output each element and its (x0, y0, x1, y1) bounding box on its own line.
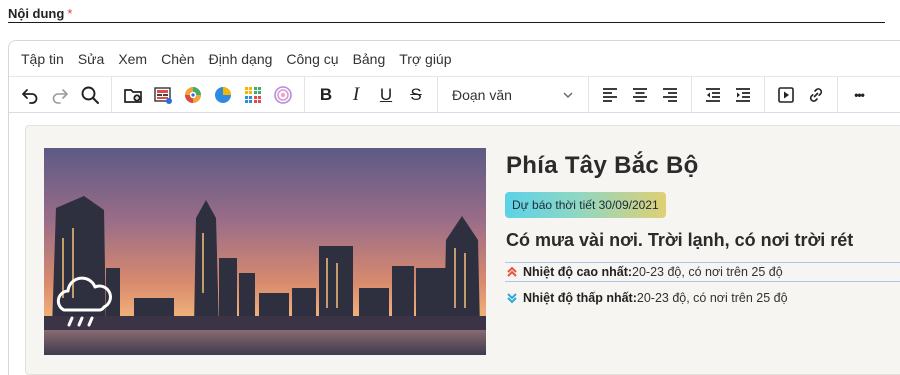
more-group: ••• (844, 77, 880, 113)
forecast-date-badge: Dự báo thời tiết 30/09/2021 (505, 192, 666, 218)
high-temp-value: 20-23 độ, có nơi trên 25 độ (632, 265, 783, 279)
media-button[interactable] (148, 81, 178, 109)
undo-icon (22, 88, 38, 104)
blocks-group: Đoạn văn (444, 76, 589, 113)
folder-add-icon (124, 88, 142, 103)
content-field-label: Nội dung * (8, 6, 72, 21)
history-group (15, 76, 112, 113)
indent-button[interactable] (728, 81, 758, 109)
weather-headline: Có mưa vài nơi. Trời lạnh, có nơi trời r… (506, 230, 854, 250)
low-temp-row: Nhiệt độ thấp nhất: 20-23 độ, có nơi trê… (505, 288, 900, 308)
low-temp-value: 20-23 độ, có nơi trên 25 độ (636, 291, 788, 305)
align-center-icon (633, 87, 647, 102)
align-left-button[interactable] (595, 81, 625, 109)
format-group: B I U S (311, 76, 438, 113)
weather-card: Phía Tây Bắc Bộ Dự báo thời tiết 30/09/2… (25, 125, 900, 375)
insert-group (118, 76, 305, 113)
template-button[interactable] (238, 81, 268, 109)
align-left-icon (603, 87, 617, 102)
menu-tools[interactable]: Công cụ (286, 51, 345, 67)
city-skyline-photo (44, 148, 486, 355)
align-group (595, 76, 692, 113)
menu-edit[interactable]: Sửa (78, 51, 112, 67)
menu-format[interactable]: Định dạng (209, 51, 280, 67)
divider (8, 22, 885, 23)
widget-button[interactable] (268, 81, 298, 109)
low-temp-label: Nhiệt độ thấp nhất: (523, 291, 637, 305)
block-format-select[interactable]: Đoạn văn (444, 81, 582, 109)
insert-link-button[interactable] (801, 81, 831, 109)
field-label-text: Nội dung (8, 6, 65, 21)
palette-icon (185, 86, 201, 103)
rich-text-editor: Tập tin Sửa Xem Chèn Định dạng Công cụ B… (8, 40, 900, 375)
outdent-button[interactable] (698, 81, 728, 109)
target-icon (274, 85, 292, 104)
strikethrough-button[interactable]: S (401, 81, 431, 109)
indent-group (698, 76, 765, 113)
grid-icon (245, 86, 261, 103)
menu-insert[interactable]: Chèn (161, 51, 201, 67)
file-manager-button[interactable] (118, 81, 148, 109)
editor-menubar: Tập tin Sửa Xem Chèn Định dạng Công cụ B… (9, 41, 900, 77)
indent-icon (736, 87, 750, 102)
redo-button[interactable] (45, 81, 75, 109)
play-icon (778, 86, 794, 103)
media-icon (154, 86, 172, 104)
align-right-icon (663, 87, 677, 102)
insert-video-button[interactable] (771, 81, 801, 109)
menu-file[interactable]: Tập tin (21, 51, 71, 67)
align-right-button[interactable] (655, 81, 685, 109)
outdent-icon (706, 87, 720, 102)
menu-table[interactable]: Bảng (353, 51, 393, 67)
align-center-button[interactable] (625, 81, 655, 109)
menu-help[interactable]: Trợ giúp (399, 51, 458, 67)
block-format-value: Đoạn văn (452, 86, 512, 103)
required-mark: * (67, 6, 73, 21)
link-icon (809, 87, 823, 102)
search-icon (81, 86, 99, 104)
redo-icon (52, 88, 68, 104)
region-title: Phía Tây Bắc Bộ (506, 152, 699, 179)
editor-toolbar: B I U S Đoạn văn ••• (9, 76, 900, 113)
high-temp-label: Nhiệt độ cao nhất: (523, 265, 633, 279)
find-replace-button[interactable] (75, 81, 105, 109)
undo-button[interactable] (15, 81, 45, 109)
italic-button[interactable]: I (341, 81, 371, 109)
chart-button[interactable] (208, 81, 238, 109)
high-temp-row: Nhiệt độ cao nhất: 20-23 độ, có nơi trên … (505, 262, 900, 282)
double-chevron-up-icon (507, 266, 517, 277)
chevron-down-icon (563, 92, 573, 98)
pie-chart-icon (215, 86, 231, 103)
double-chevron-down-icon (507, 293, 517, 304)
editor-content[interactable]: Phía Tây Bắc Bộ Dự báo thời tiết 30/09/2… (9, 113, 900, 375)
media-link-group (771, 76, 838, 113)
underline-button[interactable]: U (371, 81, 401, 109)
emoticons-button[interactable] (178, 81, 208, 109)
menu-view[interactable]: Xem (118, 51, 154, 67)
bold-button[interactable]: B (311, 81, 341, 109)
more-button[interactable]: ••• (844, 81, 874, 109)
